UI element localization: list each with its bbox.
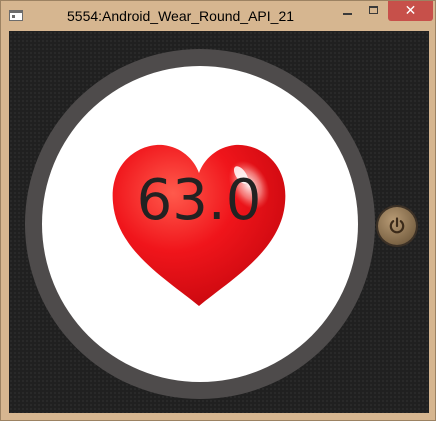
- maximize-icon: [369, 6, 378, 14]
- power-button[interactable]: [378, 207, 416, 245]
- title-bar[interactable]: 5554:Android_Wear_Round_API_21 ✕: [1, 1, 436, 31]
- heart-rate-value: 63.0: [136, 168, 262, 233]
- emulator-window: 5554:Android_Wear_Round_API_21 ✕ 63.0: [0, 0, 436, 421]
- minimize-button[interactable]: [335, 1, 361, 21]
- close-button[interactable]: ✕: [388, 1, 433, 21]
- minimize-icon: [343, 13, 352, 15]
- window-title: 5554:Android_Wear_Round_API_21: [67, 8, 295, 24]
- maximize-button[interactable]: [361, 1, 388, 21]
- app-window-icon[interactable]: [9, 10, 23, 21]
- power-icon: [389, 217, 405, 234]
- emulator-display: 63.0: [9, 31, 429, 413]
- close-icon: ✕: [404, 3, 417, 19]
